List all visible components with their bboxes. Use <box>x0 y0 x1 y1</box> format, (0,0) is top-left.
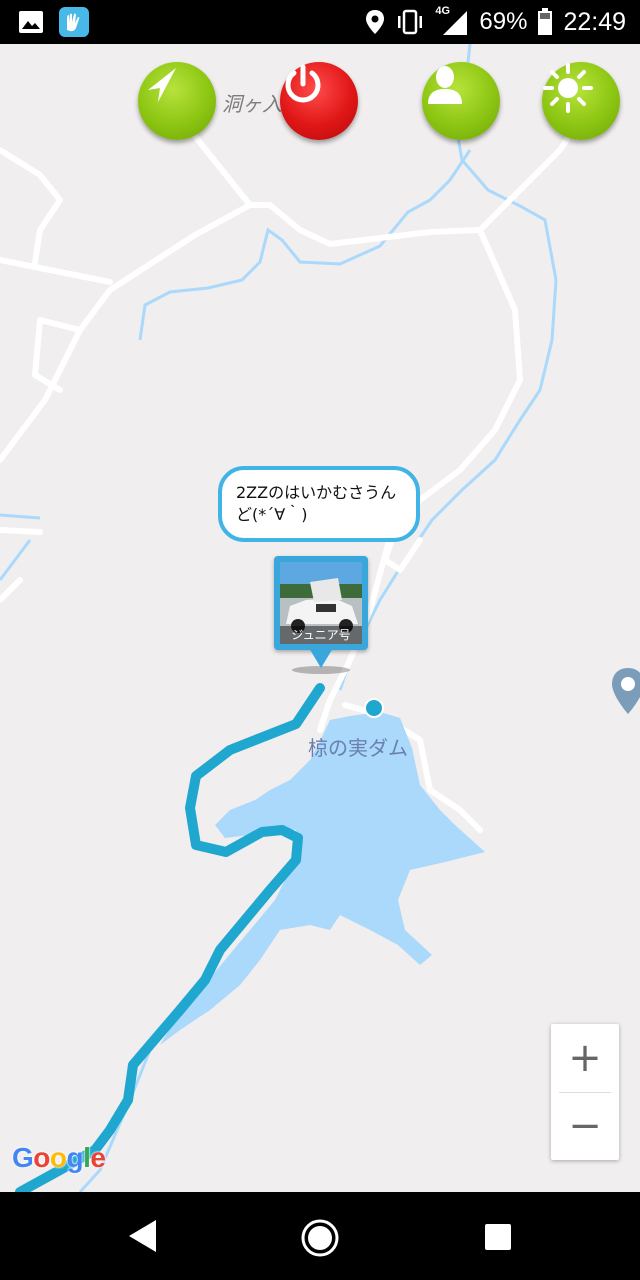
zoom-in-button[interactable]: + <box>551 1024 619 1092</box>
navigate-button[interactable] <box>138 62 216 140</box>
dam-label: 椋の実ダム <box>308 736 408 760</box>
power-icon <box>285 64 321 103</box>
person-icon <box>428 66 462 104</box>
battery-percent: 69% <box>479 8 528 35</box>
car-photo: ジュニア号 <box>280 562 362 644</box>
gallery-icon <box>19 11 43 33</box>
navigation-arrow-icon <box>148 68 176 102</box>
signal-icon: 4G <box>435 5 469 37</box>
comment-bubble[interactable]: 2ZZのはいかむさうんど(*´∀｀) <box>218 466 420 542</box>
status-bar: 4G 69% 22:49 <box>0 0 640 44</box>
sun-icon <box>543 63 593 113</box>
zoom-controls: + − <box>551 1024 619 1160</box>
photo-marker[interactable]: ジュニア号 <box>274 556 368 650</box>
app-notification-icon <box>59 7 89 37</box>
photo-caption: ジュニア号 <box>280 626 362 644</box>
navigation-bar <box>0 1192 640 1280</box>
brightness-button[interactable] <box>542 62 620 140</box>
profile-button[interactable] <box>422 62 500 140</box>
recents-icon[interactable] <box>484 1223 512 1251</box>
battery-icon <box>538 8 553 35</box>
power-button[interactable] <box>280 62 358 140</box>
back-icon[interactable] <box>126 1218 160 1254</box>
place-label-top: 洞ヶ入 <box>222 92 282 116</box>
marker-pointer <box>309 648 333 668</box>
clock: 22:49 <box>563 7 626 36</box>
bubble-text: 2ZZのはいかむさうんど(*´∀｀) <box>236 483 397 524</box>
google-logo: Google <box>12 1142 106 1173</box>
map-view[interactable]: 洞ヶ入 椋の実ダム 2ZZのはいかむさうんど(*´∀｀) ジュニア号 + − G… <box>0 44 640 1192</box>
location-icon <box>366 10 385 34</box>
zoom-out-button[interactable]: − <box>551 1092 619 1160</box>
vibrate-icon <box>398 9 423 35</box>
home-icon[interactable] <box>300 1218 340 1258</box>
